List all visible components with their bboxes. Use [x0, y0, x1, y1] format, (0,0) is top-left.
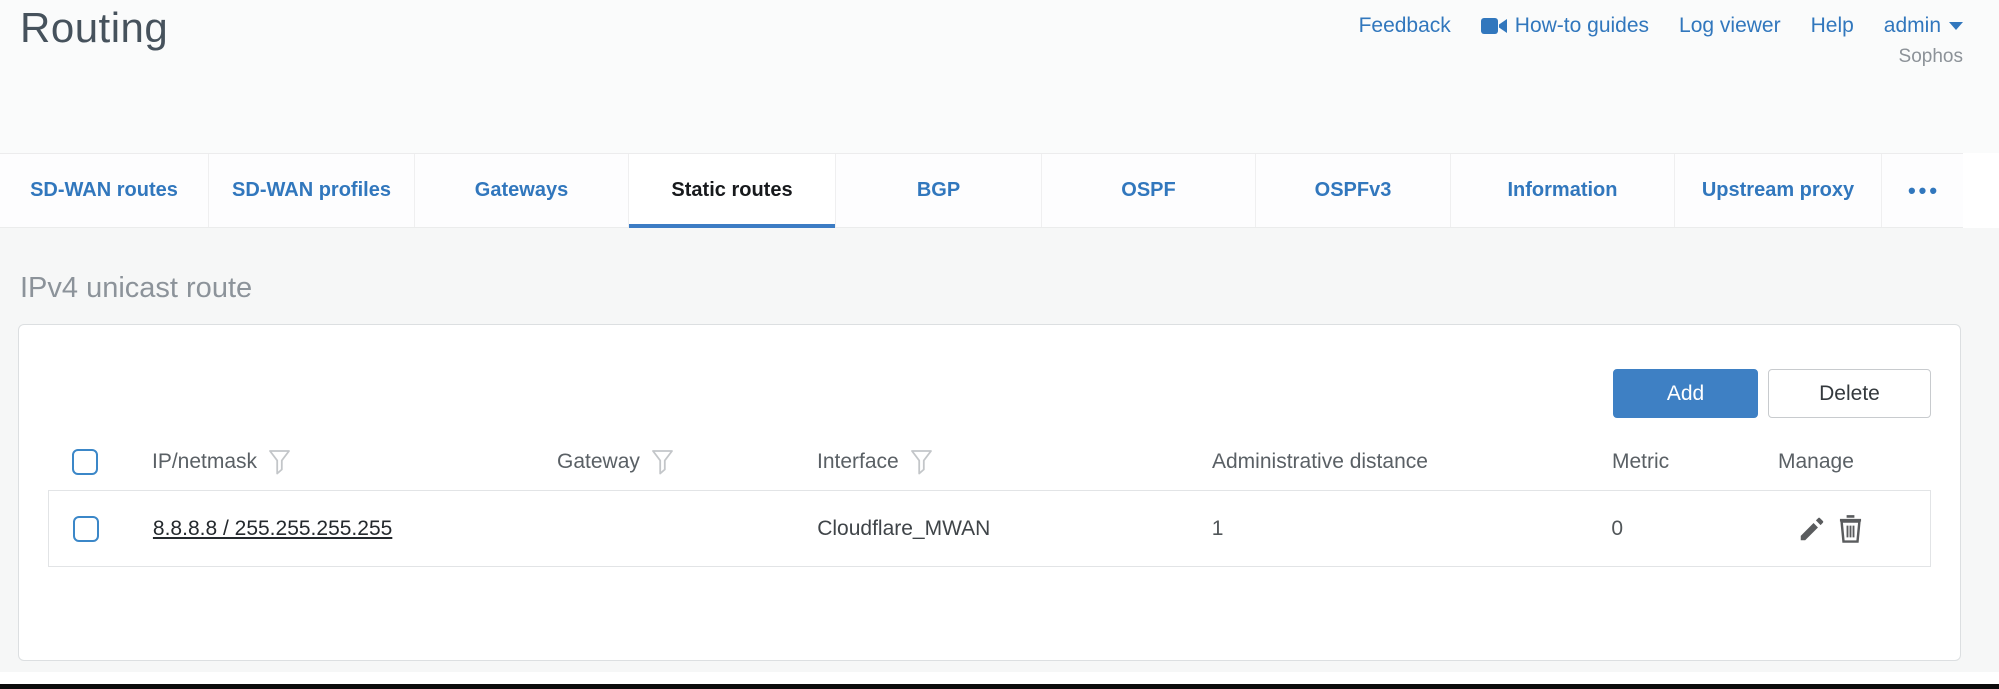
routing-tabbar: SD-WAN routes SD-WAN profiles Gateways S… — [0, 153, 1963, 228]
tab-gateways[interactable]: Gateways — [414, 154, 628, 227]
route-link[interactable]: 8.8.8.8 / 255.255.255.255 — [153, 517, 392, 541]
log-viewer-label: Log viewer — [1679, 14, 1781, 38]
filter-icon-gateway[interactable] — [652, 450, 673, 475]
tab-sdwan-routes[interactable]: SD-WAN routes — [0, 154, 208, 227]
interface-value: Cloudflare_MWAN — [817, 517, 990, 541]
column-header-manage: Manage — [1778, 450, 1854, 474]
video-camera-icon — [1481, 16, 1507, 36]
help-label: Help — [1811, 14, 1854, 38]
section-heading: IPv4 unicast route — [20, 272, 252, 305]
column-header-gateway: Gateway — [557, 450, 640, 474]
feedback-link[interactable]: Feedback — [1359, 14, 1451, 38]
tab-more[interactable]: ••• — [1881, 154, 1963, 227]
delete-row-icon[interactable] — [1837, 514, 1864, 544]
admin-menu[interactable]: admin — [1884, 14, 1963, 38]
select-all-checkbox[interactable] — [72, 449, 98, 475]
howto-guides-label: How-to guides — [1515, 14, 1649, 38]
filter-icon-ip-netmask[interactable] — [269, 450, 290, 475]
delete-button[interactable]: Delete — [1768, 369, 1931, 418]
log-viewer-link[interactable]: Log viewer — [1679, 14, 1781, 38]
bottom-strip — [0, 672, 1999, 684]
table-header-row: IP/netmask Gateway Interface — [48, 434, 1931, 490]
chevron-down-icon — [1949, 22, 1963, 31]
column-header-metric: Metric — [1612, 450, 1669, 474]
tab-sdwan-profiles[interactable]: SD-WAN profiles — [208, 154, 414, 227]
tab-upstream-proxy[interactable]: Upstream proxy — [1674, 154, 1881, 227]
page-title: Routing — [20, 4, 168, 52]
tab-information[interactable]: Information — [1450, 154, 1674, 227]
tab-bgp[interactable]: BGP — [835, 154, 1041, 227]
column-header-ip-netmask: IP/netmask — [152, 450, 257, 474]
manage-actions — [1777, 514, 1864, 544]
tab-ospf[interactable]: OSPF — [1041, 154, 1255, 227]
admin-label: admin — [1884, 14, 1941, 38]
table-toolbar: Add Delete — [1613, 369, 1931, 418]
howto-guides-link[interactable]: How-to guides — [1481, 14, 1649, 38]
table-row: 8.8.8.8 / 255.255.255.255 Cloudflare_MWA… — [48, 490, 1931, 567]
routes-card: Add Delete IP/netmask Gate — [18, 324, 1961, 661]
add-button[interactable]: Add — [1613, 369, 1758, 418]
column-header-interface: Interface — [817, 450, 899, 474]
admin-distance-value: 1 — [1212, 517, 1224, 541]
column-header-admin-distance: Administrative distance — [1212, 450, 1428, 474]
header-links: Feedback How-to guides Log viewer Help a… — [1359, 14, 1963, 38]
feedback-label: Feedback — [1359, 14, 1451, 38]
window-edge — [0, 684, 1999, 689]
tab-static-routes[interactable]: Static routes — [628, 154, 835, 227]
org-label: Sophos — [1899, 46, 1963, 68]
edit-icon[interactable] — [1797, 514, 1827, 544]
metric-value: 0 — [1611, 517, 1623, 541]
page-header: Routing Feedback How-to guides Log viewe… — [0, 0, 1999, 153]
row-checkbox[interactable] — [73, 516, 99, 542]
help-link[interactable]: Help — [1811, 14, 1854, 38]
filter-icon-interface[interactable] — [911, 450, 932, 475]
content-area: IPv4 unicast route Add Delete IP/netmask — [0, 228, 1999, 672]
more-tabs-icon: ••• — [1905, 178, 1940, 204]
routing-page: Routing Feedback How-to guides Log viewe… — [0, 0, 1999, 689]
routes-table: IP/netmask Gateway Interface — [48, 434, 1931, 567]
tab-ospfv3[interactable]: OSPFv3 — [1255, 154, 1450, 227]
